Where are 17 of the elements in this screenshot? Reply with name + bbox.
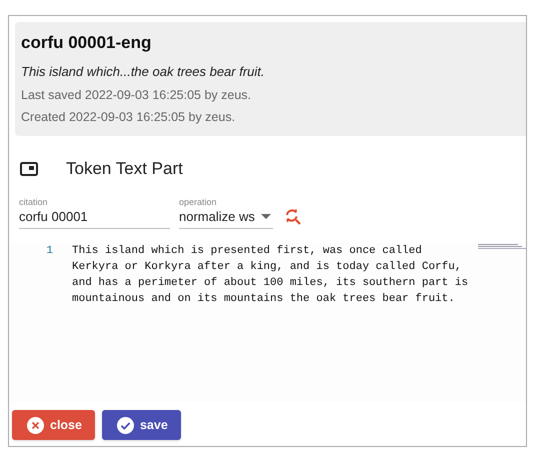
dropdown-arrow-icon [261,214,271,219]
last-saved-text: Last saved 2022-09-03 16:25:05 by zeus. [21,87,252,104]
record-title: corfu 00001-eng [21,32,152,54]
created-text: Created 2022-09-03 16:25:05 by zeus. [21,109,236,126]
citation-field[interactable]: citation corfu 00001 [19,196,170,228]
section-title: Token Text Part [66,158,183,180]
check-icon [116,416,134,434]
code-line: This island which is presented first, was once called Kerkyra or Korkyra after a king, and is today called Corfu, and has a perimeter of about 100 miles, its southern part is mountainous and on its mountains the oak trees bear fruit. [72,244,470,306]
window-icon [20,162,38,176]
save-button[interactable]: save [102,410,181,440]
operation-dropdown[interactable]: operation normalize ws [179,196,273,228]
close-button[interactable]: close [12,410,95,440]
close-icon [27,416,44,434]
line-number: 1 [45,244,53,258]
refresh-search-icon[interactable] [284,208,302,224]
summary-text: This island which...the oak trees bear fruit. [21,63,266,81]
minimap-drawing [478,244,526,250]
